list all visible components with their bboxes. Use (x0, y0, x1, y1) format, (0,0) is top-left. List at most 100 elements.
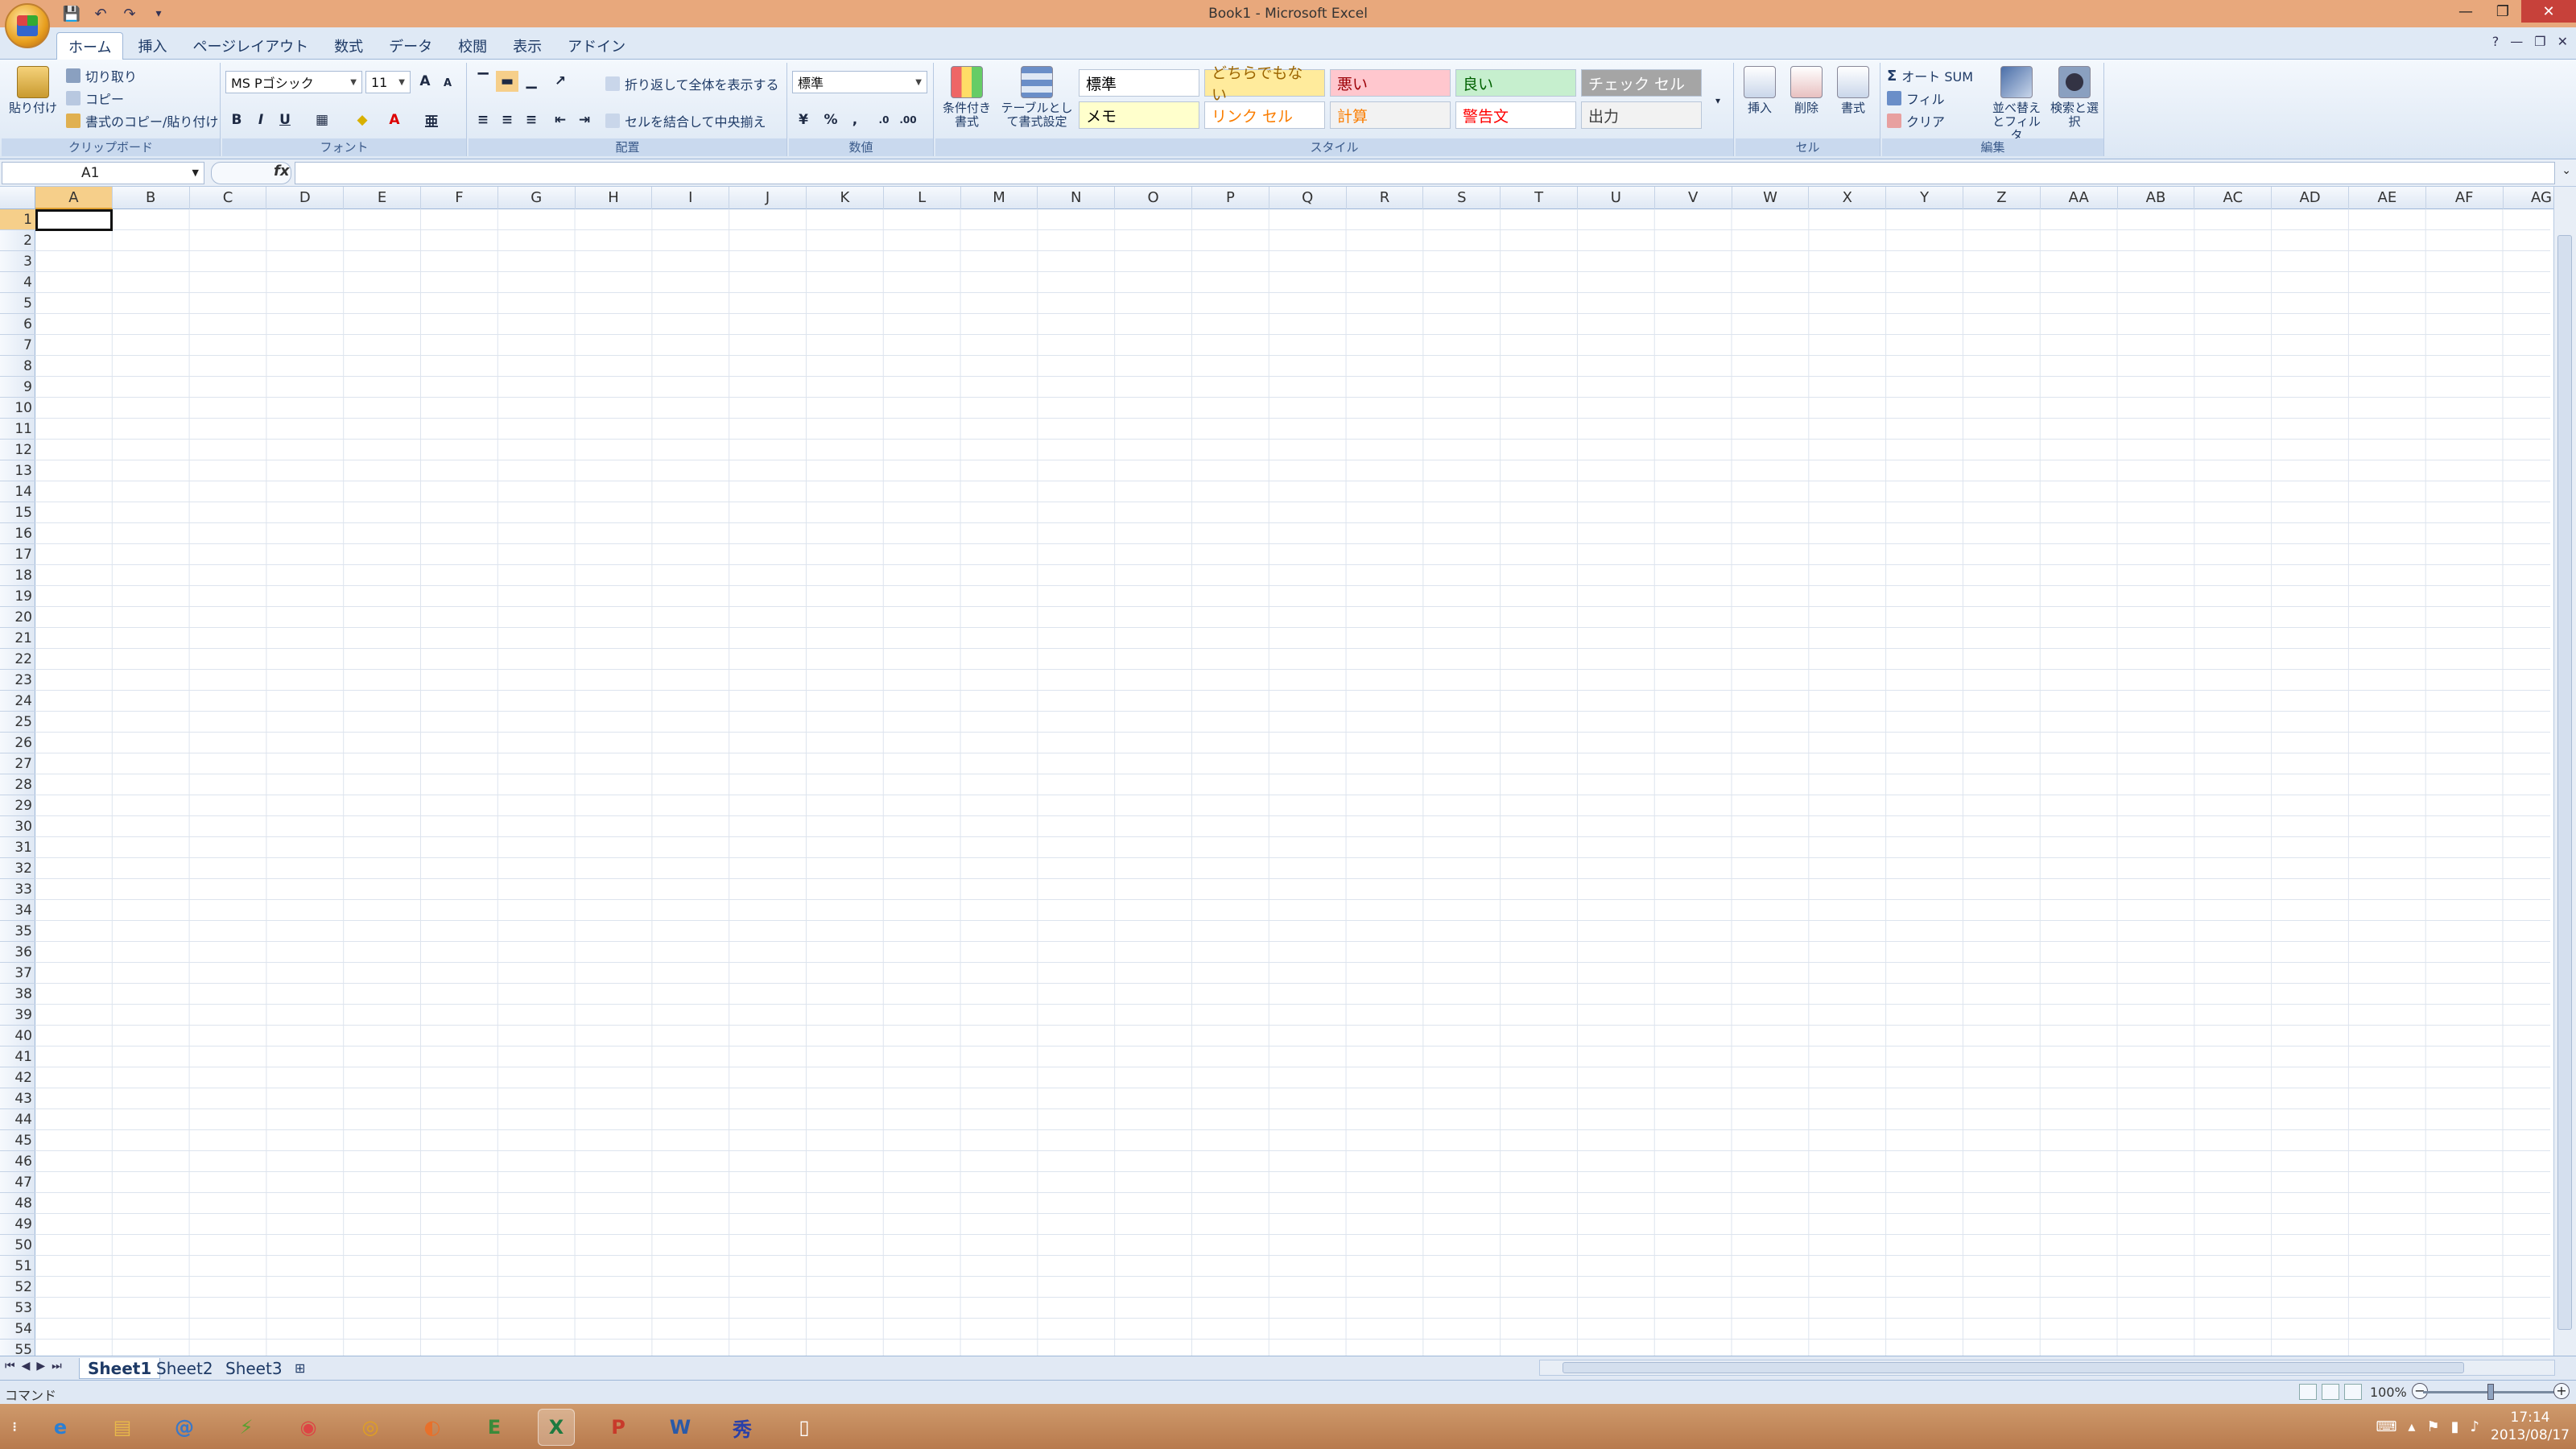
clock[interactable]: 17:14 2013/08/17 (2491, 1409, 2570, 1444)
row-header[interactable]: 16 (0, 523, 35, 544)
align-left-icon[interactable]: ≡ (472, 109, 494, 130)
network-icon[interactable]: ▮ (2451, 1418, 2459, 1435)
column-header[interactable]: Y (1886, 187, 1963, 209)
row-header[interactable]: 2 (0, 230, 35, 251)
start-grip-icon[interactable]: ⋮ (5, 1409, 24, 1446)
cell-style-2[interactable]: 悪い (1330, 69, 1451, 97)
row-header[interactable]: 55 (0, 1340, 35, 1356)
zoom-in-icon[interactable]: + (2553, 1383, 2570, 1399)
prev-sheet-icon[interactable]: ◀ (22, 1360, 31, 1373)
phonetic-icon[interactable]: 亜 (420, 109, 443, 130)
column-header[interactable]: W (1732, 187, 1810, 209)
normal-view-icon[interactable] (2299, 1384, 2317, 1400)
column-header[interactable]: O (1115, 187, 1192, 209)
expand-formula-icon[interactable]: ⌄ (2562, 164, 2571, 177)
column-header[interactable]: P (1192, 187, 1269, 209)
font-color-icon[interactable]: A (383, 109, 406, 130)
row-header[interactable]: 38 (0, 984, 35, 1005)
comma-icon[interactable]: , (844, 109, 866, 130)
row-header[interactable]: 20 (0, 607, 35, 628)
underline-icon[interactable]: U (274, 109, 296, 130)
row-header[interactable]: 8 (0, 356, 35, 377)
column-header[interactable]: F (421, 187, 498, 209)
sheet-tab-2[interactable]: Sheet2 (148, 1358, 221, 1379)
column-header[interactable]: AB (2118, 187, 2195, 209)
cell-style-0[interactable]: 標準 (1079, 69, 1199, 97)
row-header[interactable]: 10 (0, 398, 35, 419)
last-sheet-icon[interactable]: ⏭ (52, 1360, 62, 1373)
find-select-button[interactable]: 検索と選択 (2048, 66, 2101, 129)
firefox-icon[interactable]: ◐ (414, 1409, 451, 1446)
row-header[interactable]: 41 (0, 1046, 35, 1067)
currency-icon[interactable]: ¥ (792, 109, 815, 130)
column-header[interactable]: AE (2349, 187, 2426, 209)
row-header[interactable]: 17 (0, 544, 35, 565)
column-header[interactable]: G (498, 187, 576, 209)
increase-decimal-icon[interactable]: .0 (873, 109, 895, 130)
horizontal-scrollbar[interactable] (1539, 1360, 2555, 1376)
copy-button[interactable]: コピー (66, 89, 124, 108)
tab-insert[interactable]: 挿入 (126, 32, 178, 60)
row-header[interactable]: 42 (0, 1067, 35, 1088)
row-header[interactable]: 53 (0, 1298, 35, 1319)
tab-page-layout[interactable]: ページレイアウト (181, 32, 320, 60)
cell-style-4[interactable]: チェック セル (1581, 69, 1702, 97)
row-header[interactable]: 46 (0, 1151, 35, 1172)
cell-style-5[interactable]: メモ (1079, 101, 1199, 129)
insert-cells-button[interactable]: 挿入 (1737, 66, 1782, 115)
column-header[interactable]: L (884, 187, 961, 209)
evernote-icon[interactable]: E (476, 1409, 513, 1446)
number-format-select[interactable]: 標準 ▼ (792, 71, 927, 93)
column-header[interactable]: B (113, 187, 190, 209)
explorer-icon[interactable]: ▤ (104, 1409, 141, 1446)
row-header[interactable]: 13 (0, 460, 35, 481)
page-layout-view-icon[interactable] (2322, 1384, 2339, 1400)
row-header[interactable]: 15 (0, 502, 35, 523)
row-header[interactable]: 1 (0, 209, 35, 230)
tab-view[interactable]: 表示 (502, 32, 553, 60)
notepad-icon[interactable]: ▯ (786, 1409, 823, 1446)
column-header[interactable]: H (576, 187, 653, 209)
minimize-icon[interactable]: — (2447, 0, 2484, 23)
column-header[interactable]: AF (2426, 187, 2504, 209)
tab-review[interactable]: 校閲 (447, 32, 498, 60)
column-header[interactable]: K (807, 187, 884, 209)
font-name-select[interactable]: MS Pゴシック ▼ (225, 71, 362, 93)
row-header[interactable]: 6 (0, 314, 35, 335)
italic-icon[interactable]: I (250, 109, 272, 130)
paste-button[interactable]: 貼り付け (5, 66, 61, 115)
row-header[interactable]: 31 (0, 837, 35, 858)
row-header[interactable]: 21 (0, 628, 35, 649)
column-header[interactable]: S (1423, 187, 1501, 209)
delete-cells-button[interactable]: 削除 (1784, 66, 1829, 115)
cut-button[interactable]: 切り取り (66, 66, 137, 85)
align-center-icon[interactable]: ≡ (496, 109, 518, 130)
row-header[interactable]: 5 (0, 293, 35, 314)
row-header[interactable]: 35 (0, 921, 35, 942)
column-header[interactable]: I (652, 187, 730, 209)
cell-style-1[interactable]: どちらでもない (1204, 64, 1325, 104)
conditional-formatting-button[interactable]: 条件付き書式 (939, 66, 995, 129)
next-sheet-icon[interactable]: ▶ (36, 1360, 45, 1373)
column-header[interactable]: J (729, 187, 807, 209)
row-header[interactable]: 32 (0, 858, 35, 879)
column-header[interactable]: AA (2041, 187, 2118, 209)
column-header[interactable]: U (1578, 187, 1655, 209)
app-icon[interactable]: ⚡ (228, 1409, 265, 1446)
align-right-icon[interactable]: ≡ (520, 109, 543, 130)
row-header[interactable]: 12 (0, 440, 35, 460)
column-header[interactable]: Z (1963, 187, 2041, 209)
row-header[interactable]: 14 (0, 481, 35, 502)
decrease-decimal-icon[interactable]: .00 (897, 109, 919, 130)
column-header[interactable]: R (1347, 187, 1424, 209)
first-sheet-icon[interactable]: ⏮ (5, 1360, 15, 1373)
cell-style-9[interactable]: 出力 (1581, 101, 1702, 129)
align-top-icon[interactable]: ▔ (472, 71, 494, 92)
row-header[interactable]: 54 (0, 1319, 35, 1340)
align-middle-icon[interactable]: ▬ (496, 71, 518, 92)
shrink-font-icon[interactable]: A (436, 72, 459, 93)
zoom-slider-thumb[interactable] (2487, 1384, 2494, 1400)
cell-style-6[interactable]: リンク セル (1204, 101, 1325, 129)
row-header[interactable]: 40 (0, 1026, 35, 1046)
insert-sheet-icon[interactable]: ⊞ (287, 1358, 313, 1379)
